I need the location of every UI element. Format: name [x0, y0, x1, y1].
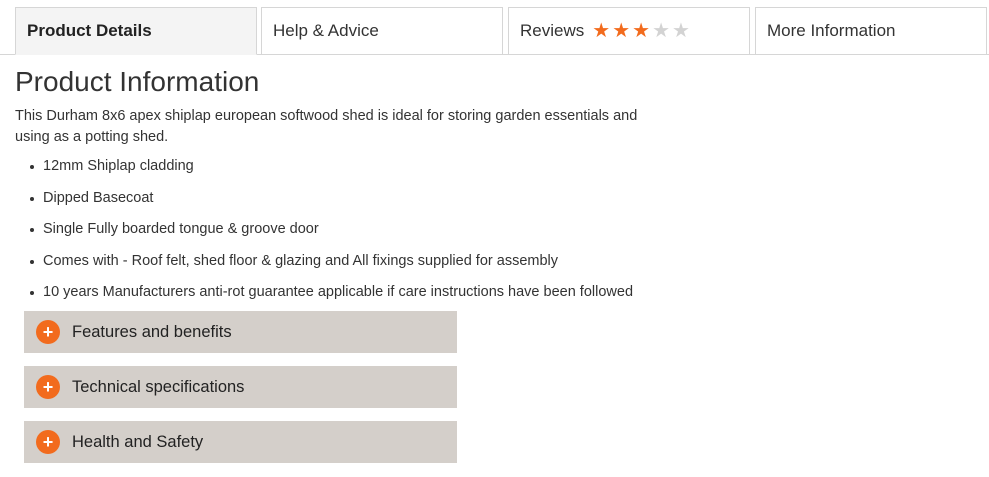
tab-reviews[interactable]: Reviews ★ ★ ★ ★ ★	[508, 7, 750, 55]
tab-more-information[interactable]: More Information	[755, 7, 987, 55]
accordion-label: Technical specifications	[72, 377, 245, 396]
star-empty-icon: ★	[672, 20, 690, 42]
accordion-label: Features and benefits	[72, 322, 232, 341]
feature-item: Dipped Basecoat	[30, 189, 633, 221]
star-empty-icon: ★	[652, 20, 670, 42]
tab-label: Product Details	[27, 21, 152, 40]
star-rating: ★ ★ ★ ★ ★	[592, 21, 690, 41]
feature-list: 12mm Shiplap cladding Dipped Basecoat Si…	[30, 157, 633, 315]
plus-icon: +	[36, 320, 60, 344]
tab-label: Reviews	[520, 21, 585, 40]
tab-help-advice[interactable]: Help & Advice	[261, 7, 503, 55]
star-filled-icon: ★	[632, 20, 651, 42]
section-title: Product Information	[15, 66, 260, 97]
tab-label: More Information	[767, 21, 896, 40]
plus-icon: +	[36, 430, 60, 454]
star-filled-icon: ★	[612, 20, 631, 42]
accordion-health-safety[interactable]: + Health and Safety	[24, 421, 457, 463]
tab-product-details[interactable]: Product Details	[15, 7, 257, 55]
star-filled-icon: ★	[592, 20, 611, 42]
product-description: This Durham 8x6 apex shiplap european so…	[15, 108, 638, 145]
product-tabs: Product Details Help & Advice Reviews ★ ★…	[0, 0, 989, 56]
tab-label: Help & Advice	[273, 21, 379, 40]
feature-item: Single Fully boarded tongue & groove doo…	[30, 220, 633, 252]
accordion-features-benefits[interactable]: + Features and benefits	[24, 311, 457, 353]
feature-item: 12mm Shiplap cladding	[30, 157, 633, 189]
plus-icon: +	[36, 375, 60, 399]
accordion-technical-specifications[interactable]: + Technical specifications	[24, 366, 457, 408]
feature-item: Comes with - Roof felt, shed floor & gla…	[30, 252, 633, 284]
accordion-label: Health and Safety	[72, 432, 204, 451]
